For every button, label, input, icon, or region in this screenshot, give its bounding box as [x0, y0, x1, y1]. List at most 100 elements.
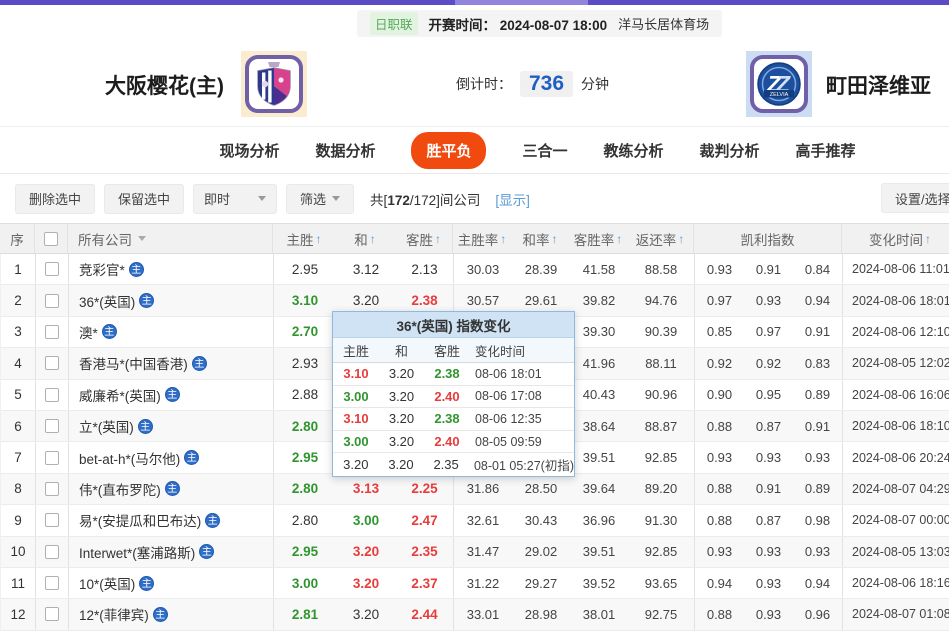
row-checkbox[interactable] — [45, 607, 59, 621]
away-odds[interactable]: 2.37 — [396, 568, 454, 598]
draw-odds[interactable]: 3.20 — [336, 568, 396, 598]
draw-odds[interactable]: 3.12 — [336, 254, 396, 284]
row-checkbox[interactable] — [45, 356, 59, 370]
header-seq: 序 — [0, 224, 35, 253]
company-name: 易*(安提瓜和巴布达) — [79, 510, 201, 530]
kelly-home: 0.88 — [695, 411, 744, 441]
row-checkbox[interactable] — [45, 388, 59, 402]
row-checkbox[interactable] — [45, 325, 59, 339]
home-odds[interactable]: 2.95 — [274, 254, 336, 284]
popup-row: 3.003.202.4008-06 17:08 — [333, 386, 574, 409]
home-odds[interactable]: 2.70 — [274, 317, 336, 347]
home-odds[interactable]: 2.95 — [274, 537, 336, 567]
company-cell[interactable]: 香港马*(中国香港)主 — [69, 348, 274, 378]
company-cell[interactable]: 36*(英国)主 — [69, 285, 274, 315]
away-odds[interactable]: 2.47 — [396, 505, 454, 535]
return-rate: 90.96 — [628, 380, 695, 410]
home-odds[interactable]: 3.10 — [274, 285, 336, 315]
company-cell[interactable]: 竞彩官*主 — [69, 254, 274, 284]
popup-header-1: 主胜 — [333, 338, 379, 362]
home-odds[interactable]: 3.00 — [274, 568, 336, 598]
company-cell[interactable]: 易*(安提瓜和巴布达)主 — [69, 505, 274, 535]
tab-5[interactable]: 教练分析 — [604, 140, 664, 161]
filter-dropdown-label: 筛选 — [300, 189, 326, 208]
popup-body: 3.103.202.3808-06 18:013.003.202.4008-06… — [333, 363, 574, 476]
home-odds[interactable]: 2.80 — [274, 411, 336, 441]
row-checkbox[interactable] — [45, 482, 59, 496]
company-cell[interactable]: 澳*主 — [69, 317, 274, 347]
header-draw-rate[interactable]: 和率↑ — [511, 224, 569, 253]
row-checkbox-cell — [36, 568, 69, 598]
away-rate: 39.30 — [570, 317, 628, 347]
home-odds[interactable]: 2.81 — [274, 599, 336, 629]
row-index: 2 — [1, 285, 36, 315]
company-cell[interactable]: bet-at-h*(马尔他)主 — [69, 442, 274, 472]
draw-odds[interactable]: 3.20 — [336, 599, 396, 629]
select-all-checkbox[interactable] — [44, 232, 58, 246]
sort-up-icon: ↑ — [925, 232, 931, 246]
company-cell[interactable]: 立*(英国)主 — [69, 411, 274, 441]
company-cell[interactable]: 威廉希*(英国)主 — [69, 380, 274, 410]
company-name: 36*(英国) — [79, 291, 135, 311]
home-odds[interactable]: 2.95 — [274, 442, 336, 472]
home-badge-icon: 主 — [192, 356, 207, 371]
header-home-odds[interactable]: 主胜↑ — [273, 224, 335, 253]
row-checkbox[interactable] — [45, 545, 59, 559]
row-index: 7 — [1, 442, 36, 472]
company-cell[interactable]: 10*(英国)主 — [69, 568, 274, 598]
show-link[interactable]: [显示] — [495, 189, 530, 209]
tab-3[interactable]: 胜平负 — [411, 132, 486, 169]
away-odds[interactable]: 2.13 — [396, 254, 454, 284]
tab-7[interactable]: 高手推荐 — [796, 140, 856, 161]
table-row: 1212*(菲律宾)主2.813.202.4433.0128.9838.0192… — [1, 599, 949, 630]
filter-dropdown[interactable]: 筛选 — [286, 184, 354, 214]
tab-6[interactable]: 裁判分析 — [700, 140, 760, 161]
tab-4[interactable]: 三合一 — [522, 140, 567, 161]
row-checkbox[interactable] — [45, 576, 59, 590]
popup-title: 36*(英国) 指数变化 — [333, 312, 574, 338]
draw-odds[interactable]: 3.13 — [336, 474, 396, 504]
header-home-rate[interactable]: 主胜率↑ — [453, 224, 511, 253]
header-return-rate[interactable]: 返还率↑ — [627, 224, 694, 253]
delete-selected-button[interactable]: 删除选中 — [15, 184, 95, 214]
instant-odds-dropdown[interactable]: 即时 — [193, 184, 277, 214]
header-away-rate[interactable]: 客胜率↑ — [569, 224, 627, 253]
company-cell[interactable]: 伟*(直布罗陀)主 — [69, 474, 274, 504]
home-odds[interactable]: 2.80 — [274, 474, 336, 504]
team-header: 大阪樱花(主) 倒计时： 736 分钟 — [0, 38, 949, 127]
header-away-odds[interactable]: 客胜↑ — [395, 224, 453, 253]
league-badge[interactable]: 日职联 — [370, 12, 418, 35]
home-odds[interactable]: 2.88 — [274, 380, 336, 410]
draw-odds[interactable]: 3.20 — [336, 537, 396, 567]
header-draw-odds[interactable]: 和↑ — [335, 224, 395, 253]
row-checkbox[interactable] — [45, 419, 59, 433]
company-name: 伟*(直布罗陀) — [79, 479, 161, 499]
away-rate: 41.96 — [570, 348, 628, 378]
settings-select-button[interactable]: 设置/选择 — [881, 183, 949, 213]
keep-selected-button[interactable]: 保留选中 — [104, 184, 184, 214]
home-odds[interactable]: 2.80 — [274, 505, 336, 535]
row-checkbox[interactable] — [45, 451, 59, 465]
tab-2[interactable]: 数据分析 — [315, 140, 375, 161]
row-checkbox[interactable] — [45, 513, 59, 527]
away-odds[interactable]: 2.35 — [396, 537, 454, 567]
company-cell[interactable]: 12*(菲律宾)主 — [69, 599, 274, 629]
header-change-time[interactable]: 变化时间↑ — [842, 224, 949, 253]
kelly-home: 0.93 — [695, 254, 744, 284]
table-row: 1竞彩官*主2.953.122.1330.0328.3941.5888.580.… — [1, 254, 949, 285]
popup-home-odds: 3.00 — [333, 431, 379, 453]
away-odds[interactable]: 2.44 — [396, 599, 454, 629]
row-index: 11 — [1, 568, 36, 598]
return-rate: 93.65 — [628, 568, 695, 598]
tab-1[interactable]: 现场分析 — [219, 140, 279, 161]
popup-draw-odds: 3.20 — [379, 431, 424, 453]
company-cell[interactable]: Interwet*(塞浦路斯)主 — [69, 537, 274, 567]
home-odds[interactable]: 2.93 — [274, 348, 336, 378]
away-odds[interactable]: 2.25 — [396, 474, 454, 504]
sort-up-icon: ↑ — [370, 232, 376, 246]
draw-odds[interactable]: 3.00 — [336, 505, 396, 535]
row-checkbox[interactable] — [45, 294, 59, 308]
header-company[interactable]: 所有公司 — [68, 224, 273, 253]
row-checkbox[interactable] — [45, 262, 59, 276]
away-team-logo: Z Z ZELVIA — [746, 51, 812, 117]
